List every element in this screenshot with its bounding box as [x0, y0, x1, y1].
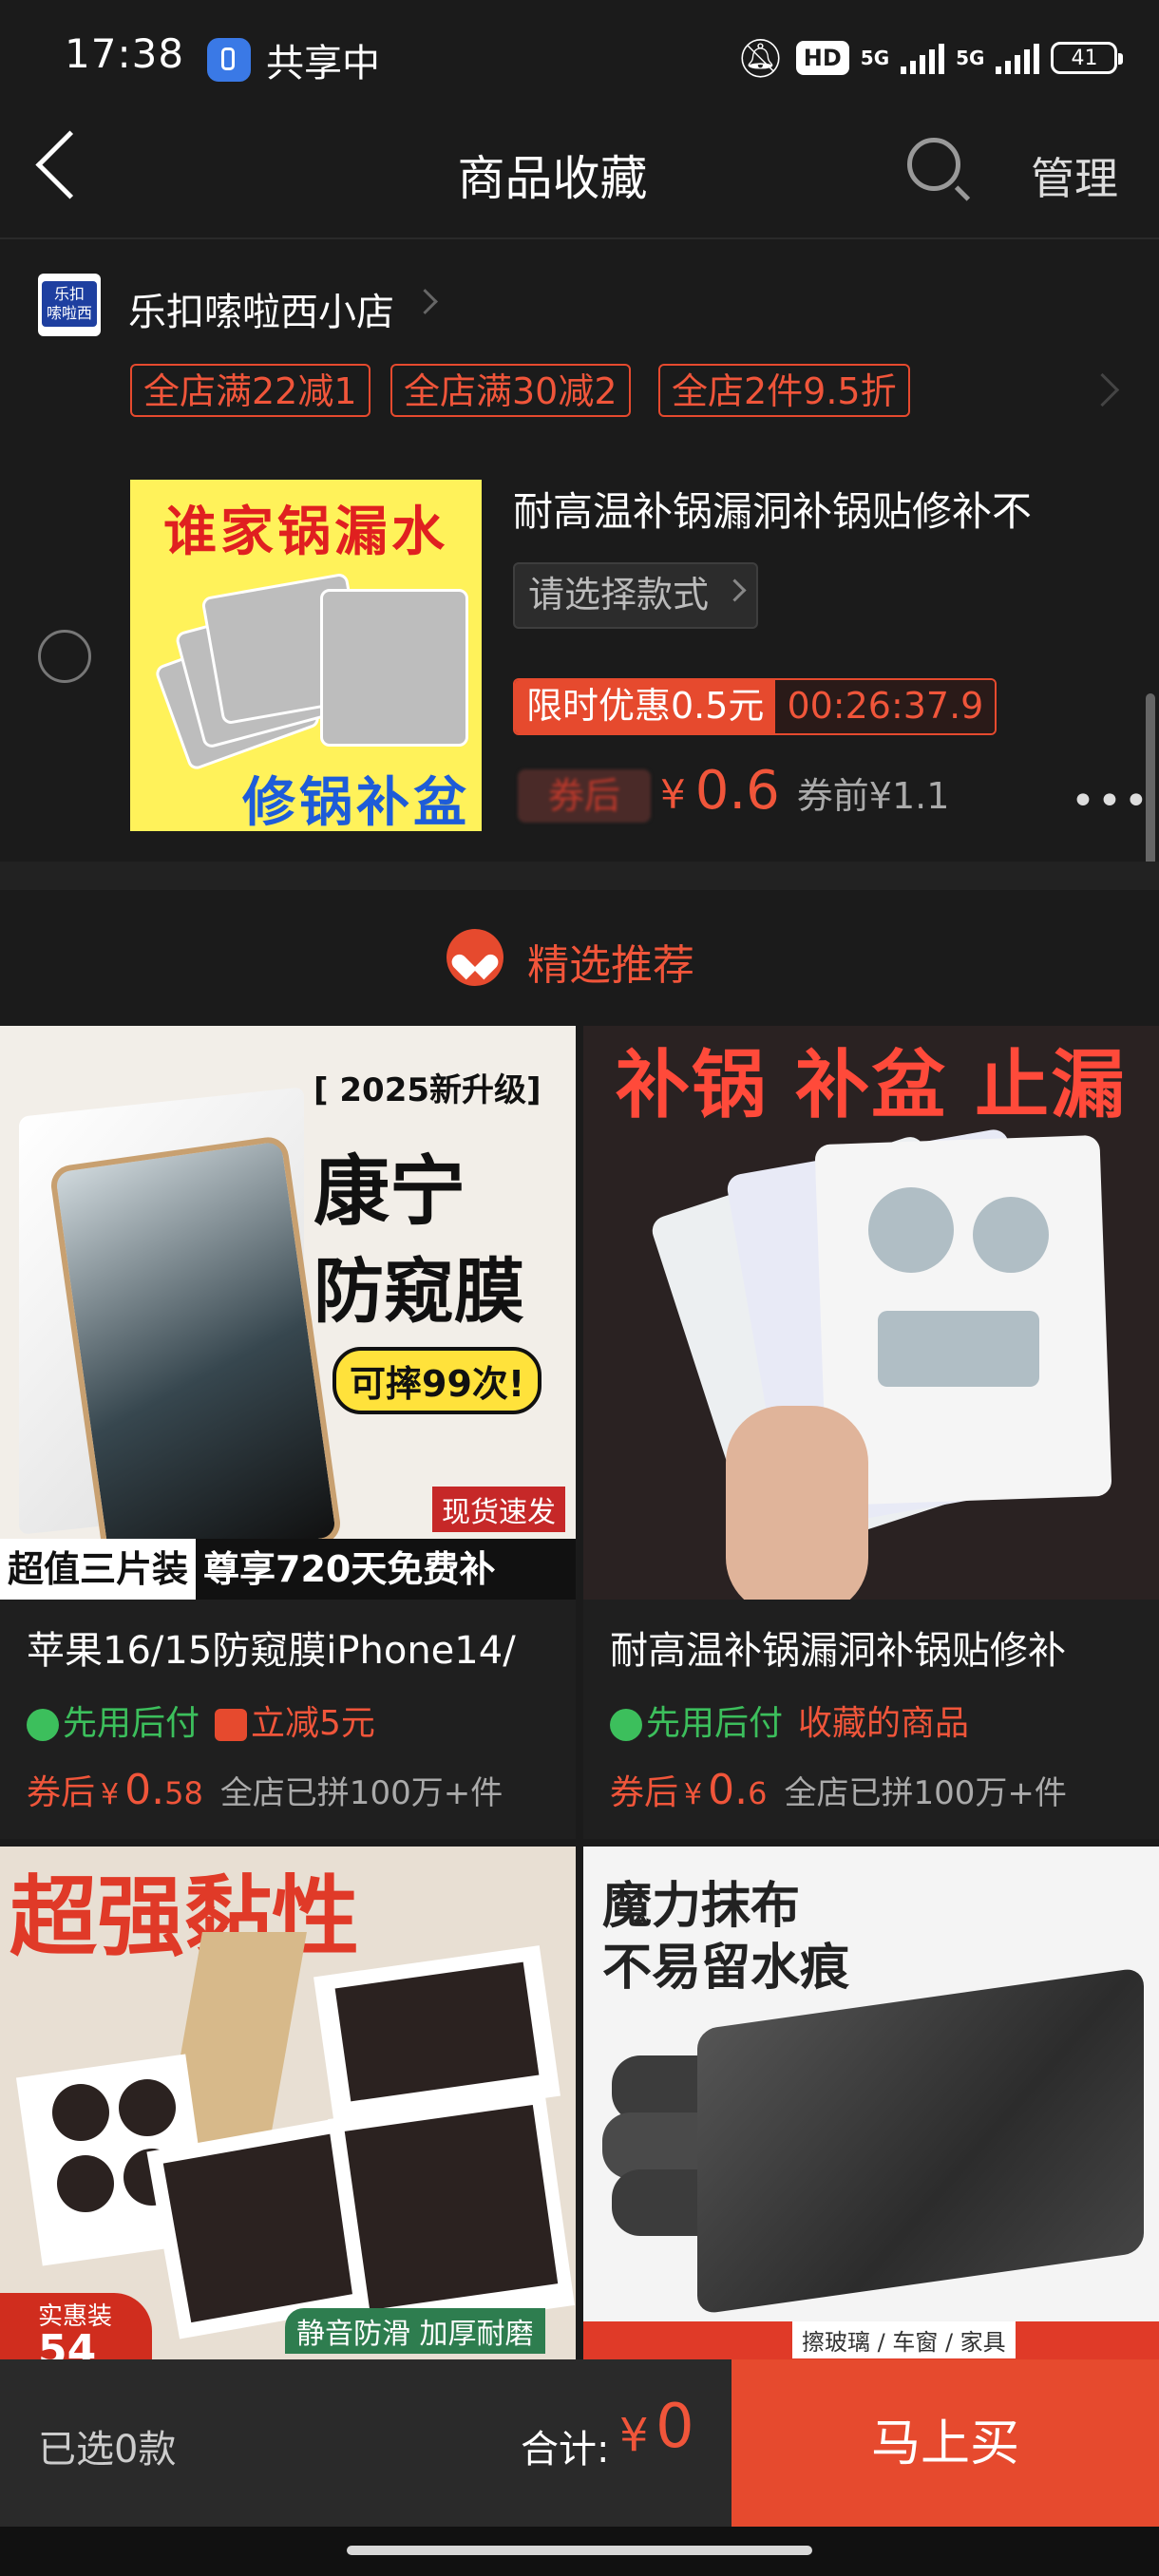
flash-sale-badge: 限时优惠0.5元 00:26:37.9: [513, 678, 998, 735]
card-image-headline: 补锅 补盆 止漏: [615, 1043, 1128, 1128]
recommend-title: 精选推荐: [527, 941, 694, 990]
card-title[interactable]: 耐高温补锅漏洞补锅贴修补: [610, 1619, 1142, 1675]
coupon-icon: [215, 1709, 248, 1741]
card-image-corner-value: 54: [38, 2326, 97, 2359]
sold-count: 全店已拼100万+件: [219, 1774, 504, 1812]
card-image-bar-right: 尊享720天免费补: [203, 1548, 496, 1590]
pay-later-tag: 先用后付: [610, 1695, 783, 1745]
store-coupon[interactable]: 全店满30减2: [390, 364, 631, 417]
section-gap: [0, 862, 1159, 890]
pay-later-icon: [610, 1709, 642, 1741]
product-card-image[interactable]: 魔力抹布 不易留水痕 擦玻璃 / 车窗 / 家具: [583, 1847, 1159, 2359]
store-logo-text: 乐扣 嗦啦西: [42, 281, 97, 327]
pay-later-icon: [27, 1709, 59, 1741]
flash-sale-timer: 00:26:37.9: [775, 680, 996, 733]
card-image-pill: 可摔99次!: [332, 1347, 542, 1414]
card-image-badge: [ 2025新升级]: [314, 1071, 542, 1109]
product-image-caption-top: 谁家锅漏水: [163, 502, 448, 563]
manage-button[interactable]: 管理: [1031, 144, 1118, 207]
product-image-caption-bottom: 修锅补盆: [242, 772, 470, 831]
card-image-headline: 防窥膜: [314, 1251, 524, 1333]
discount-tag: 立减5元: [215, 1695, 375, 1745]
total-currency: ¥: [619, 2409, 649, 2462]
store-name[interactable]: 乐扣嗦啦西小店: [128, 281, 394, 336]
card-price: 券后 ¥ 0. 58 全店已拼100万+件: [27, 1766, 504, 1814]
card-image-bar-left: 超值三片装: [0, 1539, 197, 1600]
card-image-headline: 不易留水痕: [602, 1940, 850, 1997]
signal-1-label: 5G: [860, 47, 890, 69]
share-status-label: 共享中: [266, 42, 380, 85]
heart-icon: [446, 929, 504, 986]
card-price: 券后 ¥ 0. 6 全店已拼100万+件: [610, 1766, 1067, 1814]
total-label: 合计:: [521, 2428, 610, 2472]
card-image-bottom-text: 擦玻璃 / 车窗 / 家具: [792, 2321, 1016, 2358]
original-price: 券前¥1.1: [796, 775, 950, 817]
after-coupon-tag: 券后: [518, 769, 651, 823]
select-radio[interactable]: [38, 630, 91, 683]
mute-bell-icon: 🔕︎: [736, 36, 785, 81]
sold-count: 全店已拼100万+件: [784, 1774, 1067, 1812]
signal-2-label: 5G: [956, 47, 985, 69]
status-icons: 🔕︎ HD 5G 5G 41: [736, 34, 1124, 82]
card-image-headline: 魔力抹布: [602, 1878, 801, 1935]
product-card-image[interactable]: 补锅 补盆 止漏: [583, 1026, 1159, 1600]
product-price: 券后 ¥ 0.6 券前¥1.1: [518, 760, 949, 823]
buy-now-button[interactable]: 马上买: [732, 2359, 1159, 2527]
product-card-image[interactable]: [ 2025新升级] 康宁 防窥膜 可摔99次! 现货速发 超值三片装 尊享72…: [0, 1026, 576, 1600]
store-coupon[interactable]: 全店2件9.5折: [658, 364, 910, 417]
search-icon[interactable]: [907, 138, 960, 191]
product-title[interactable]: 耐高温补锅漏洞补锅贴修补不: [513, 480, 1130, 538]
total-value: 0: [656, 2392, 694, 2462]
favorited-tag: 收藏的商品: [798, 1704, 970, 1743]
home-indicator[interactable]: [347, 2546, 812, 2555]
store-coupon[interactable]: 全店满22减1: [130, 364, 370, 417]
card-image-bottom-text: 静音防滑 加厚耐磨: [285, 2308, 545, 2354]
spec-selector[interactable]: 请选择款式: [513, 562, 759, 629]
pay-later-tag: 先用后付: [27, 1695, 200, 1745]
price-value: 0.6: [694, 760, 780, 822]
card-image-headline: 康宁: [314, 1147, 466, 1236]
more-options-icon[interactable]: •••: [1071, 777, 1150, 825]
signal-2-icon: [996, 42, 1040, 74]
status-time: 17:38: [65, 30, 185, 77]
signal-1-icon: [901, 42, 945, 74]
screen-share-icon: [207, 38, 251, 82]
product-image[interactable]: 谁家锅漏水 修锅补盆: [130, 480, 482, 831]
store-logo[interactable]: 乐扣 嗦啦西: [38, 274, 101, 336]
flash-sale-label: 限时优惠0.5元: [515, 680, 776, 733]
hd-icon: HD: [795, 41, 849, 75]
selected-count: 已选0款: [38, 2428, 177, 2472]
battery-icon: 41: [1051, 42, 1124, 74]
card-image-spot: 现货速发: [432, 1487, 565, 1532]
currency-sign: ¥: [660, 771, 686, 818]
product-card-image[interactable]: 超强黏性 实惠装 54 静音防滑 加厚耐磨: [0, 1847, 576, 2359]
card-title[interactable]: 苹果16/15防窥膜iPhone14/: [27, 1619, 559, 1675]
